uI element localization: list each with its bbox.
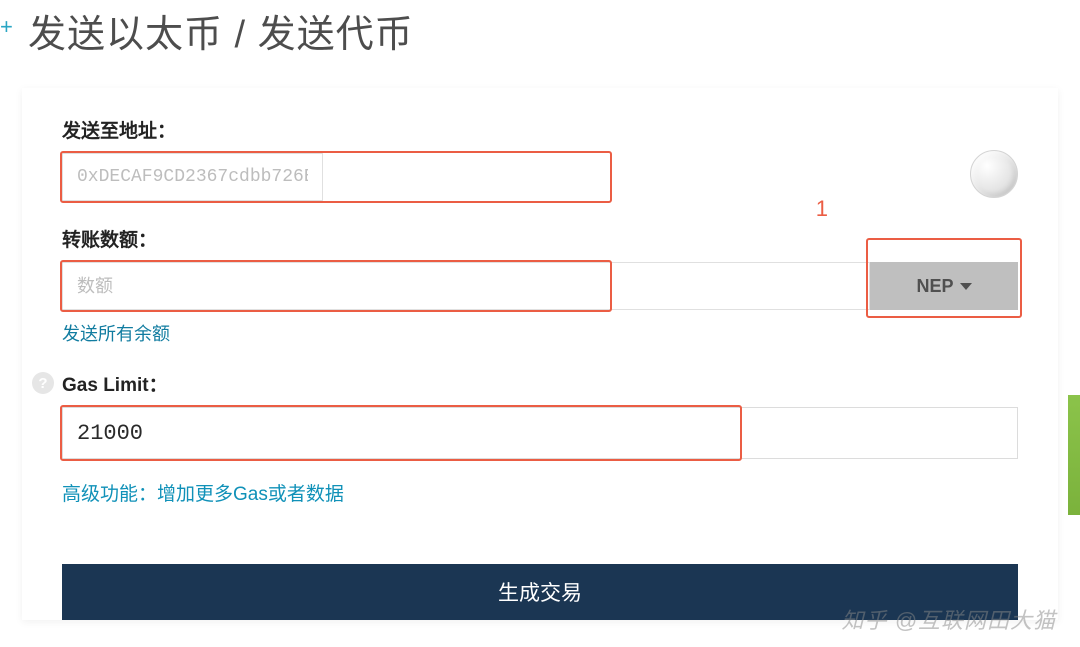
gas-field-group: ? Gas Limit： 高级功能：增加更多Gas或者数据 bbox=[62, 370, 1018, 506]
submit-label: 生成交易 bbox=[498, 582, 582, 605]
address-field-group: 发送至地址： 1 bbox=[62, 116, 1018, 201]
watermark-text: 知乎 @互联网田大猫 bbox=[842, 603, 1056, 635]
plus-icon: + bbox=[0, 14, 14, 40]
advanced-options-link[interactable]: 高级功能：增加更多Gas或者数据 bbox=[62, 479, 344, 506]
annotation-marker-1: 1 bbox=[816, 196, 828, 222]
page-title: + 发送以太币 / 发送代币 bbox=[0, 0, 1080, 78]
currency-select[interactable]: NEP bbox=[870, 262, 1018, 310]
gas-limit-input[interactable] bbox=[62, 407, 1018, 459]
send-all-link[interactable]: 发送所有余额 bbox=[62, 320, 170, 346]
page-title-text: 发送以太币 / 发送代币 bbox=[28, 14, 414, 56]
help-icon[interactable]: ? bbox=[32, 372, 54, 394]
gas-label: Gas Limit： bbox=[62, 370, 1018, 397]
address-label: 发送至地址： bbox=[62, 116, 1018, 143]
annotation-highlight bbox=[866, 238, 1022, 318]
address-input[interactable] bbox=[62, 153, 323, 201]
identicon-icon bbox=[970, 150, 1018, 198]
amount-input[interactable] bbox=[62, 262, 870, 310]
send-form: 发送至地址： 1 转账数额： NEP 发送所有余额 ? G bbox=[22, 88, 1058, 620]
side-accent bbox=[1068, 395, 1080, 515]
amount-field-group: 转账数额： NEP 发送所有余额 bbox=[62, 225, 1018, 346]
